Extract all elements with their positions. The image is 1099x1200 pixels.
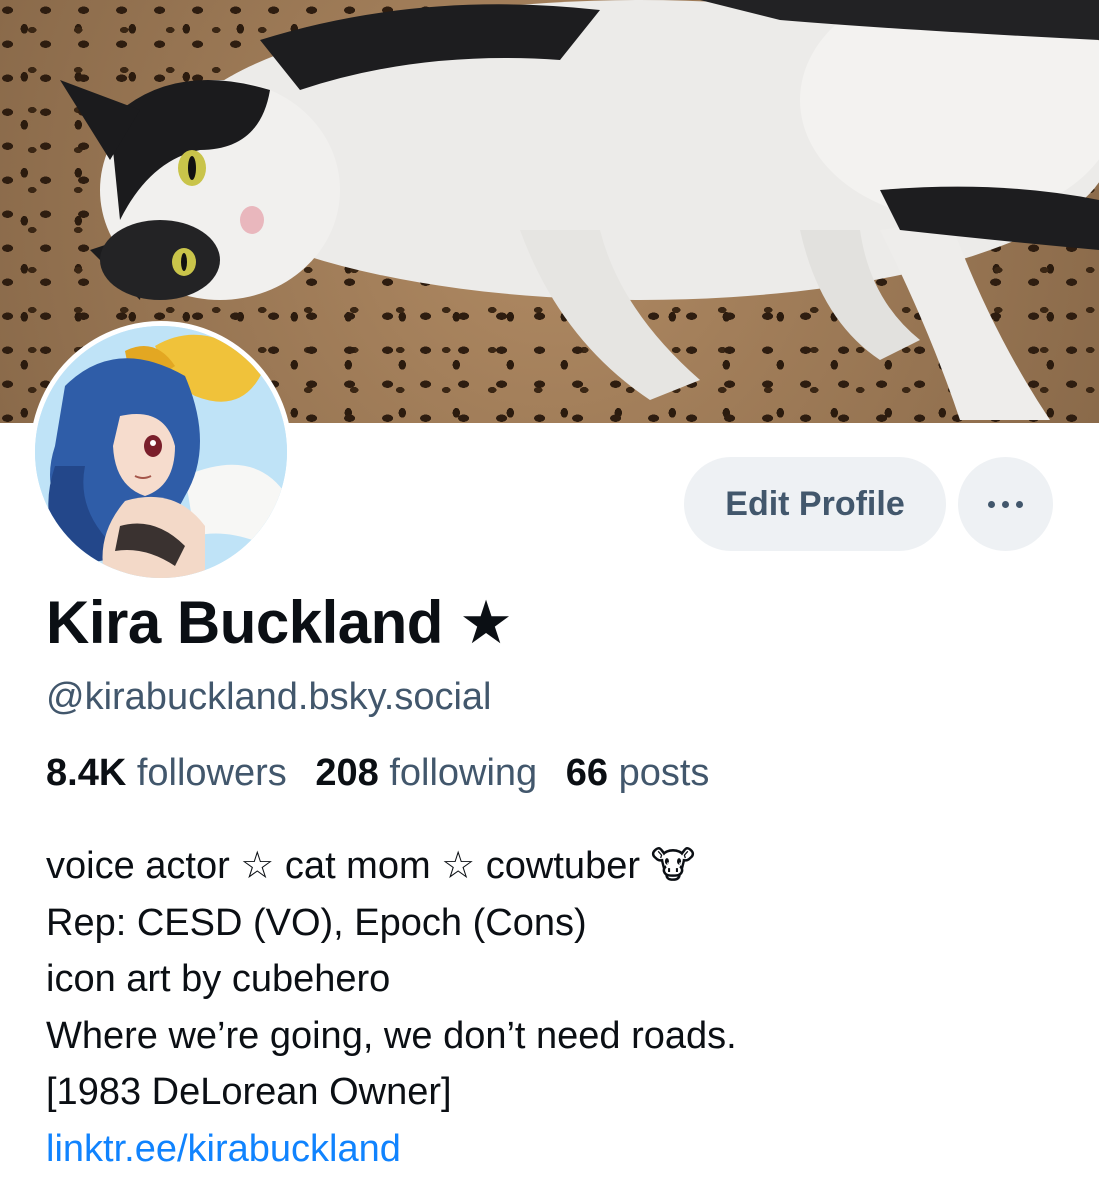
bio-line: Where we’re going, we don’t need roads. xyxy=(46,1014,737,1057)
following-label: following xyxy=(389,752,538,794)
avatar[interactable] xyxy=(30,321,292,583)
bio-link[interactable]: linktr.ee/kirabuckland xyxy=(46,1121,737,1178)
edit-profile-button[interactable]: Edit Profile xyxy=(684,457,946,551)
display-name: Kira Buckland ★ xyxy=(46,589,513,656)
posts-count: 66 xyxy=(565,752,609,794)
followers-stat[interactable]: 8.4K followers xyxy=(46,752,297,794)
bio-line: voice actor ☆ cat mom ☆ cowtuber 🐮 xyxy=(46,845,696,887)
following-stat[interactable]: 208 following xyxy=(315,752,547,794)
profile-stats: 8.4K followers 208 following 66 posts xyxy=(46,752,727,795)
posts-stat: 66 posts xyxy=(566,752,710,794)
bio-line: Rep: CESD (VO), Epoch (Cons) xyxy=(46,901,587,944)
ellipsis-icon xyxy=(988,500,1023,508)
bio-line: [1983 DeLorean Owner] xyxy=(46,1071,452,1113)
anime-character-avatar xyxy=(35,326,287,578)
bio-line: icon art by cubehero xyxy=(46,958,391,1000)
profile-bio: voice actor ☆ cat mom ☆ cowtuber 🐮 Rep: … xyxy=(46,838,737,1177)
followers-label: followers xyxy=(136,752,287,794)
more-options-button[interactable] xyxy=(958,457,1053,551)
following-count: 208 xyxy=(315,752,379,794)
posts-label: posts xyxy=(618,752,710,794)
followers-count: 8.4K xyxy=(46,752,127,794)
profile-handle: @kirabuckland.bsky.social xyxy=(46,676,492,718)
